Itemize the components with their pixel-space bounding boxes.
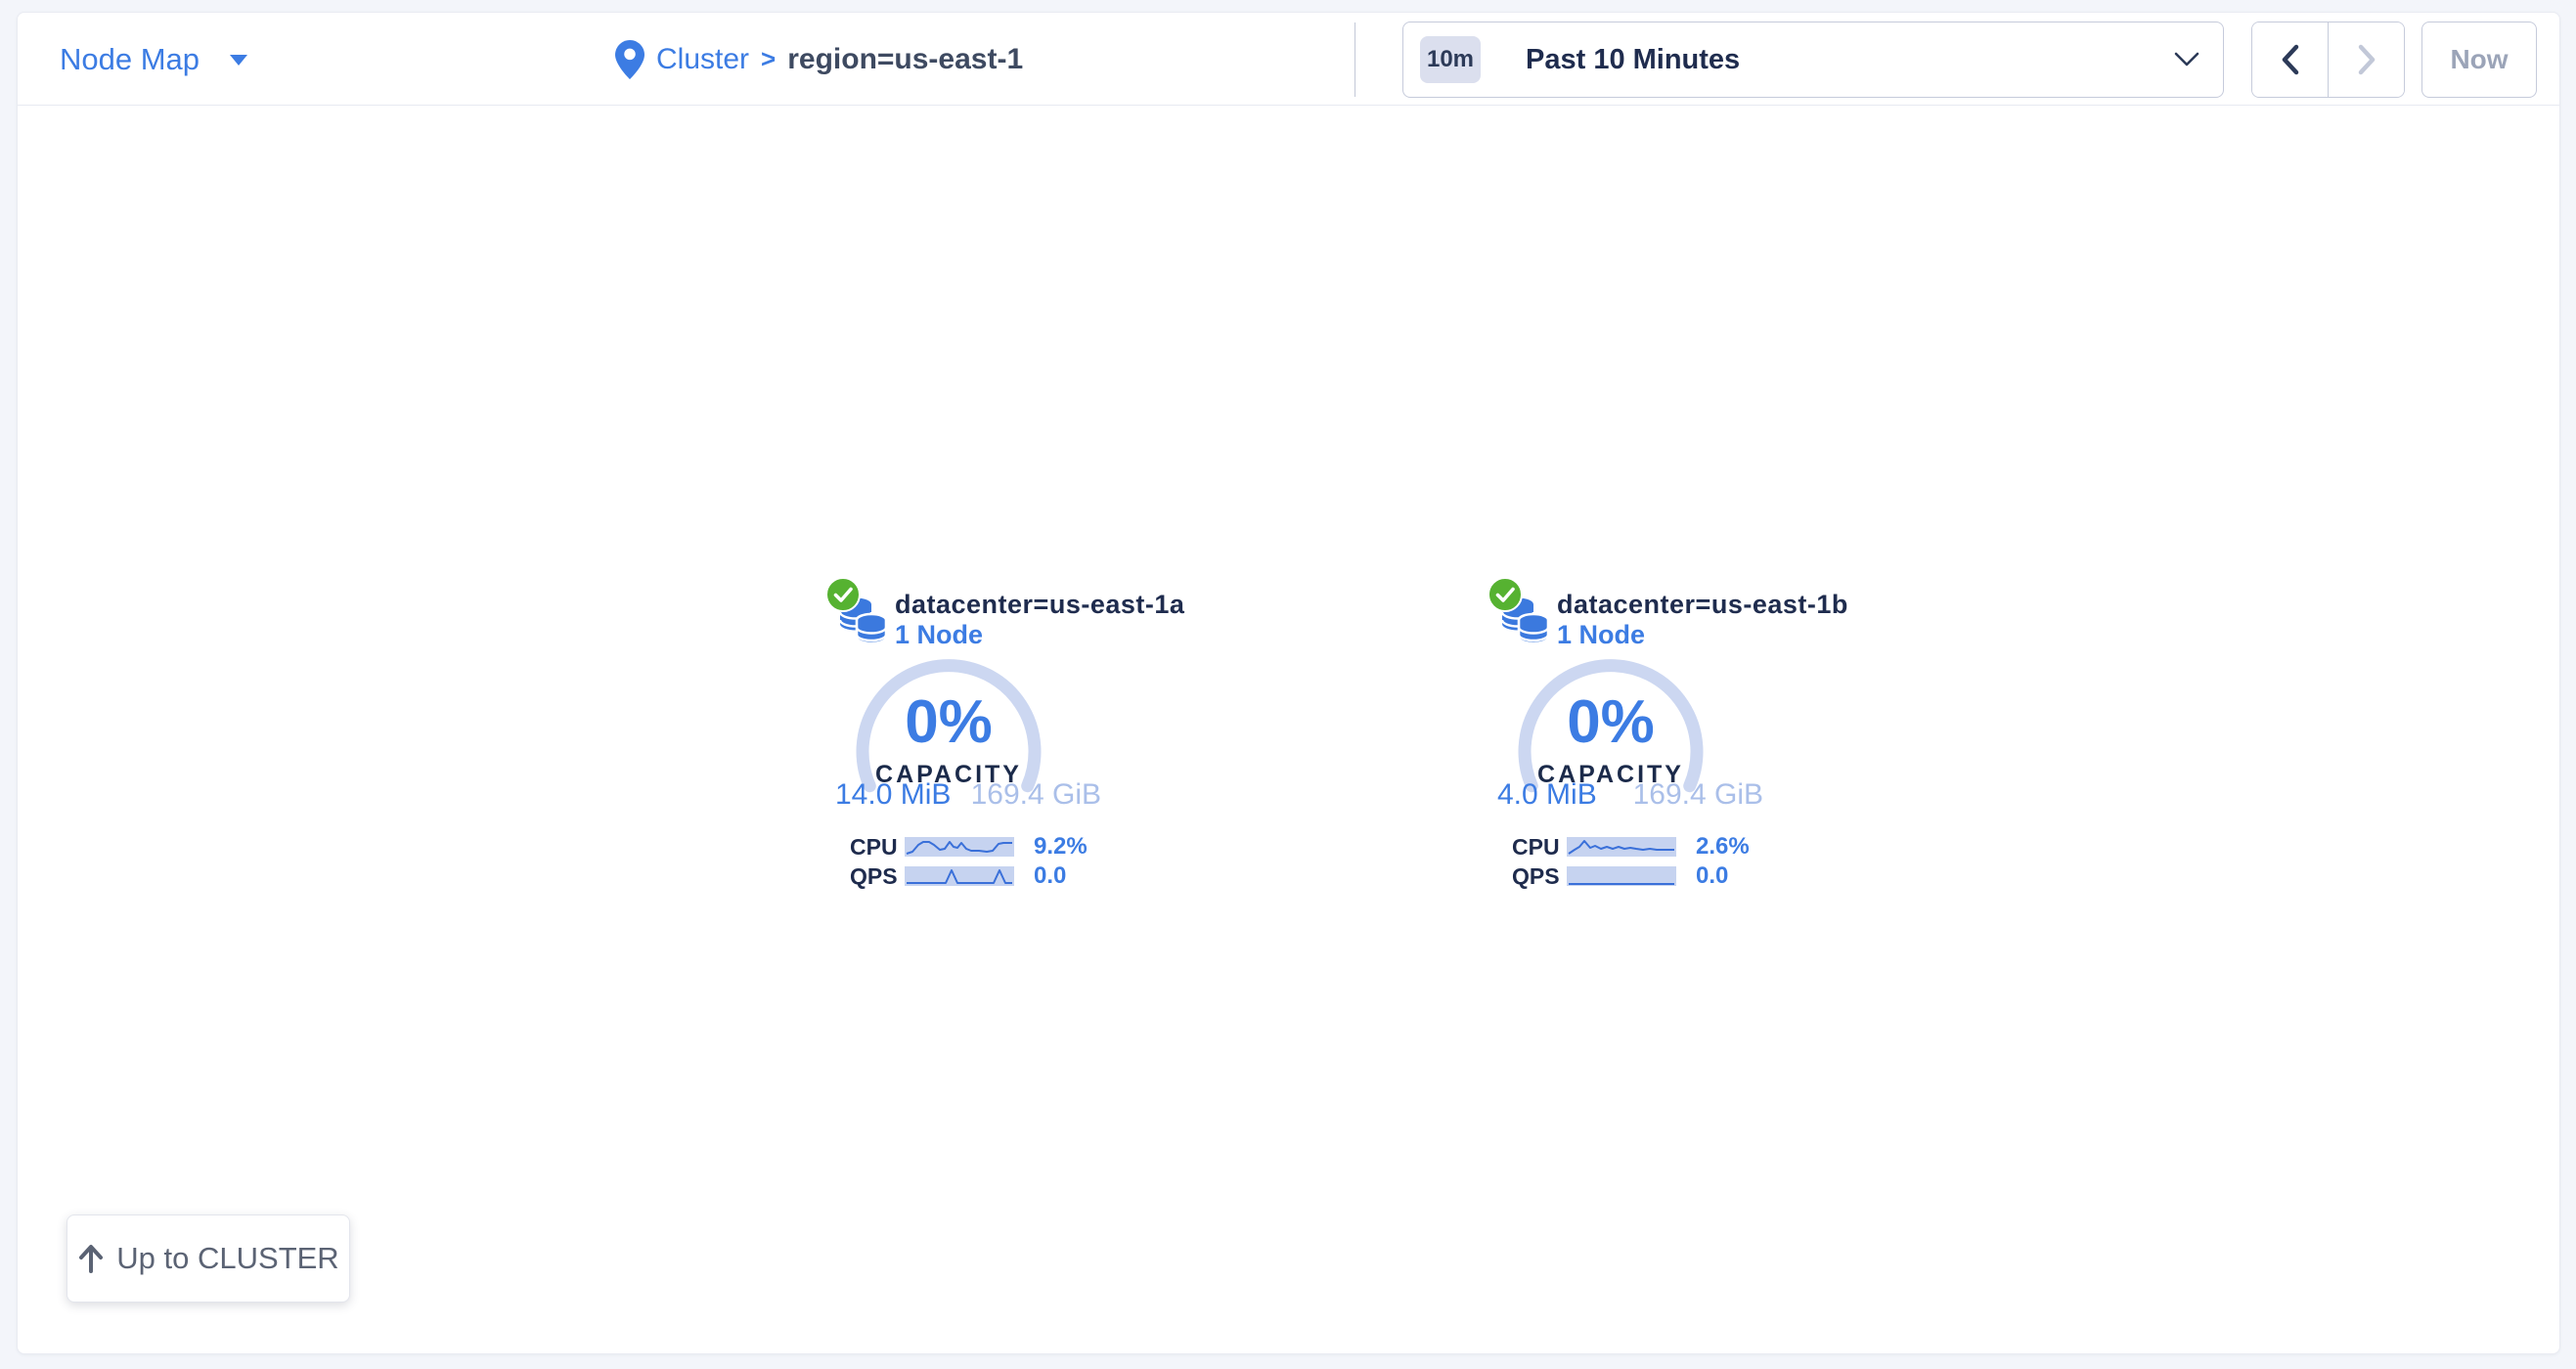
breadcrumb-current: region=us-east-1 <box>787 43 1023 76</box>
capacity-total: 169.4 GiB <box>971 778 1101 812</box>
metric-value: 0.0 <box>1034 862 1066 890</box>
metric-value: 0.0 <box>1696 862 1728 890</box>
datacenter-node-count: 1 Node <box>895 620 983 650</box>
breadcrumb-separator: > <box>761 44 776 74</box>
healthy-check-icon <box>1488 577 1523 612</box>
capacity-percent: 0% <box>1515 692 1707 753</box>
up-to-cluster-label: Up to CLUSTER <box>116 1241 338 1276</box>
time-range-label: Past 10 Minutes <box>1526 44 1740 76</box>
chevron-down-icon <box>2174 52 2199 67</box>
datacenter-title: datacenter=us-east-1a <box>895 590 1306 620</box>
capacity-values: 4.0 MiB 169.4 GiB <box>1497 778 1763 812</box>
qps-sparkline <box>905 866 1014 886</box>
now-button[interactable]: Now <box>2421 22 2537 98</box>
capacity-values: 14.0 MiB 169.4 GiB <box>835 778 1101 812</box>
view-selector-dropdown[interactable]: Node Map <box>60 13 248 106</box>
chevron-right-icon <box>2355 43 2378 76</box>
cpu-sparkline <box>905 837 1014 857</box>
capacity-total: 169.4 GiB <box>1633 778 1763 812</box>
metric-label: CPU <box>1512 834 1559 861</box>
metric-label: QPS <box>850 863 897 890</box>
chevron-down-icon <box>229 53 248 66</box>
cpu-metric-row: CPU 2.6% <box>1488 834 1781 860</box>
metric-value: 9.2% <box>1034 833 1088 861</box>
healthy-check-icon <box>825 577 861 612</box>
time-back-button[interactable] <box>2252 22 2329 97</box>
header-bar: Node Map Cluster > region=us-east-1 10m … <box>18 13 2559 106</box>
time-forward-button[interactable] <box>2329 22 2404 97</box>
breadcrumb: Cluster > region=us-east-1 <box>615 13 1023 106</box>
view-selector-label: Node Map <box>60 42 200 77</box>
time-range-badge: 10m <box>1420 36 1481 83</box>
qps-metric-row: QPS 0.0 <box>1488 863 1781 889</box>
capacity-percent: 0% <box>853 692 1044 753</box>
qps-sparkline <box>1567 866 1676 886</box>
breadcrumb-cluster-link[interactable]: Cluster <box>656 43 749 76</box>
time-range-selector[interactable]: 10m Past 10 Minutes <box>1402 22 2224 98</box>
datacenter-card[interactable]: datacenter=us-east-1b 1 Node 0% CAPACITY… <box>1488 577 1781 900</box>
datacenter-title: datacenter=us-east-1b <box>1557 590 1968 620</box>
time-step-buttons <box>2251 22 2405 98</box>
metric-label: CPU <box>850 834 897 861</box>
metric-label: QPS <box>1512 863 1559 890</box>
datacenter-node-count: 1 Node <box>1557 620 1645 650</box>
up-arrow-icon <box>77 1244 105 1273</box>
location-pin-icon <box>615 40 644 79</box>
datacenter-card[interactable]: datacenter=us-east-1a 1 Node 0% CAPACITY… <box>825 577 1119 900</box>
main-panel: Node Map Cluster > region=us-east-1 10m … <box>17 12 2560 1354</box>
capacity-used: 4.0 MiB <box>1497 778 1597 812</box>
cpu-metric-row: CPU 9.2% <box>825 834 1119 860</box>
node-map-canvas: datacenter=us-east-1a 1 Node 0% CAPACITY… <box>18 107 2559 1353</box>
cpu-sparkline <box>1567 837 1676 857</box>
chevron-left-icon <box>2279 43 2302 76</box>
up-to-cluster-button[interactable]: Up to CLUSTER <box>67 1214 350 1303</box>
metric-value: 2.6% <box>1696 833 1750 861</box>
capacity-used: 14.0 MiB <box>835 778 951 812</box>
qps-metric-row: QPS 0.0 <box>825 863 1119 889</box>
